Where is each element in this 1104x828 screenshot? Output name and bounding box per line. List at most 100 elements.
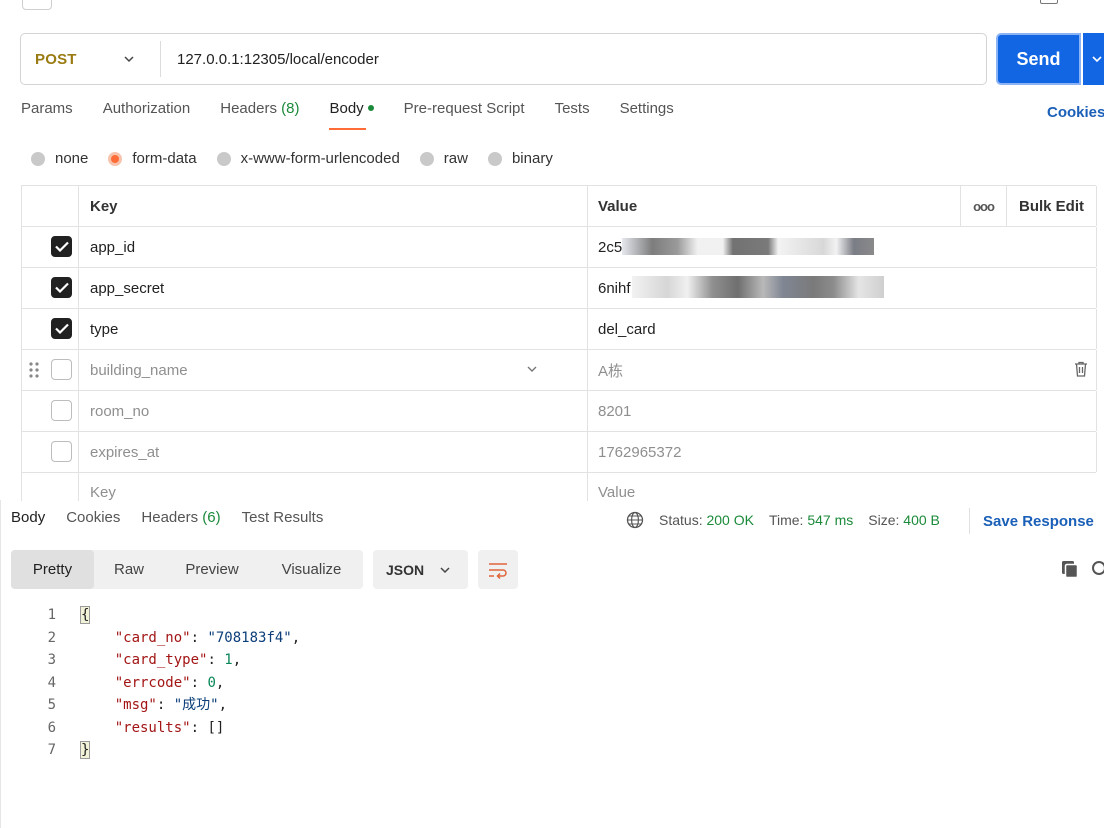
view-raw[interactable]: Raw [94,550,164,589]
drag-handle-icon[interactable] [29,362,39,378]
body-type-form-data[interactable]: form-data [108,150,197,167]
body-type-raw[interactable]: raw [419,150,468,167]
tab-headers[interactable]: Headers (8) [220,100,299,130]
code-text: } [79,739,91,762]
chevron-down-icon[interactable] [526,364,538,374]
line-number: 7 [47,742,56,758]
open-brace: { [79,606,91,624]
row-checkbox[interactable] [51,359,72,380]
row-checkbox[interactable] [51,236,72,257]
row-checkbox-cell [22,391,79,431]
tab-params[interactable]: Params [21,100,73,130]
wrap-lines-button[interactable] [478,550,518,589]
line-number: 5 [47,697,56,713]
send-options-button[interactable] [1083,33,1104,85]
tab-body-label: Body [329,100,364,117]
row-key[interactable]: room_no [79,391,588,431]
json-value: 0 [207,674,216,691]
back-button[interactable] [22,0,52,10]
method-select[interactable]: POST [21,34,160,84]
key-column-header: Key [79,186,588,226]
row-checkbox[interactable] [51,318,72,339]
search-icon[interactable] [1090,560,1104,578]
row-value[interactable]: 8201 [588,391,1097,431]
layout-icon[interactable] [1040,0,1058,4]
radio-label: raw [443,150,468,167]
table-header-row: Key Value ooo Bulk Edit [22,186,1097,227]
bulk-edit-button[interactable]: Bulk Edit [1007,186,1097,226]
globe-icon[interactable] [626,511,644,529]
url-input[interactable] [161,34,986,84]
tab-settings[interactable]: Settings [620,100,674,130]
check-icon [55,323,69,334]
tab-tests[interactable]: Tests [555,100,590,130]
body-type-urlencoded[interactable]: x-www-form-urlencoded [216,150,400,167]
resp-tab-test-results[interactable]: Test Results [242,509,324,526]
view-pretty[interactable]: Pretty [11,550,94,589]
status-label: Status: [659,512,703,528]
row-value[interactable]: 2c5 [588,227,1097,267]
row-checkbox[interactable] [51,441,72,462]
trash-icon[interactable] [1074,361,1088,377]
radio-label: binary [511,150,553,167]
body-type-options: none form-data x-www-form-urlencoded raw… [31,150,573,167]
row-key[interactable]: type [79,309,588,349]
view-visualize[interactable]: Visualize [260,550,363,589]
row-checkbox[interactable] [51,277,72,298]
table-row: app_id 2c5 [22,227,1097,268]
save-response-button[interactable]: Save Response [983,513,1094,530]
body-indicator-dot [367,105,374,111]
row-value[interactable]: del_card [588,309,1097,349]
new-value-input[interactable]: Value [588,473,1096,501]
resp-tab-cookies[interactable]: Cookies [66,509,120,526]
tab-authorization[interactable]: Authorization [103,100,191,130]
status-value[interactable]: 200 OK [706,512,753,528]
row-value[interactable]: 6nihf [588,268,1097,308]
format-select[interactable]: JSON [373,550,468,589]
row-value[interactable]: A栋 [588,350,1097,390]
row-value-text: 6nihf [598,279,631,297]
row-key[interactable]: app_id [79,227,588,267]
time-label: Time: [768,512,804,528]
code-text: { [79,604,91,627]
copy-icon[interactable] [1060,559,1080,579]
radio-raw[interactable] [419,151,434,166]
value-column-header: Value [588,186,961,226]
resp-tab-headers[interactable]: Headers (6) [141,509,220,526]
row-key[interactable]: expires_at [79,432,588,472]
row-key[interactable]: building_name [79,350,588,390]
resp-tab-body[interactable]: Body [11,509,45,526]
row-key[interactable]: app_secret [79,268,588,308]
size-value[interactable]: 400 B [903,512,940,528]
tab-headers-label: Headers [220,100,277,117]
line-number: 4 [47,674,56,691]
divider [969,508,970,534]
time-value[interactable]: 547 ms [807,512,853,528]
cookies-link[interactable]: Cookies [1047,104,1104,121]
row-checkbox-cell [22,268,79,308]
row-value[interactable]: 1762965372 [588,432,1097,472]
row-checkbox-cell [22,473,79,501]
row-checkbox-cell [22,350,79,390]
row-value-text: A栋 [598,362,624,380]
response-code-viewer[interactable]: 1 { 2 "card_no": "708183f4", 3 "card_typ… [0,604,1104,762]
row-checkbox-cell [22,227,79,267]
json-comma: , [215,674,225,691]
radio-urlencoded[interactable] [216,151,231,166]
tab-body[interactable]: Body [329,100,374,130]
new-key-input[interactable]: Key [79,473,588,501]
send-button[interactable]: Send [996,33,1081,85]
tab-prerequest-script[interactable]: Pre-request Script [404,100,525,130]
body-type-none[interactable]: none [31,150,88,167]
view-preview[interactable]: Preview [164,550,260,589]
resp-headers-label: Headers [141,509,199,526]
body-type-binary[interactable]: binary [487,150,553,167]
more-options-button[interactable]: ooo [961,186,1007,226]
radio-none[interactable] [31,151,45,166]
radio-form-data[interactable] [108,151,123,166]
wrap-lines-icon [489,563,507,580]
radio-binary[interactable] [487,151,502,166]
row-checkbox[interactable] [51,400,72,421]
line-number: 2 [47,629,56,646]
json-key: "card_type" [114,652,208,668]
